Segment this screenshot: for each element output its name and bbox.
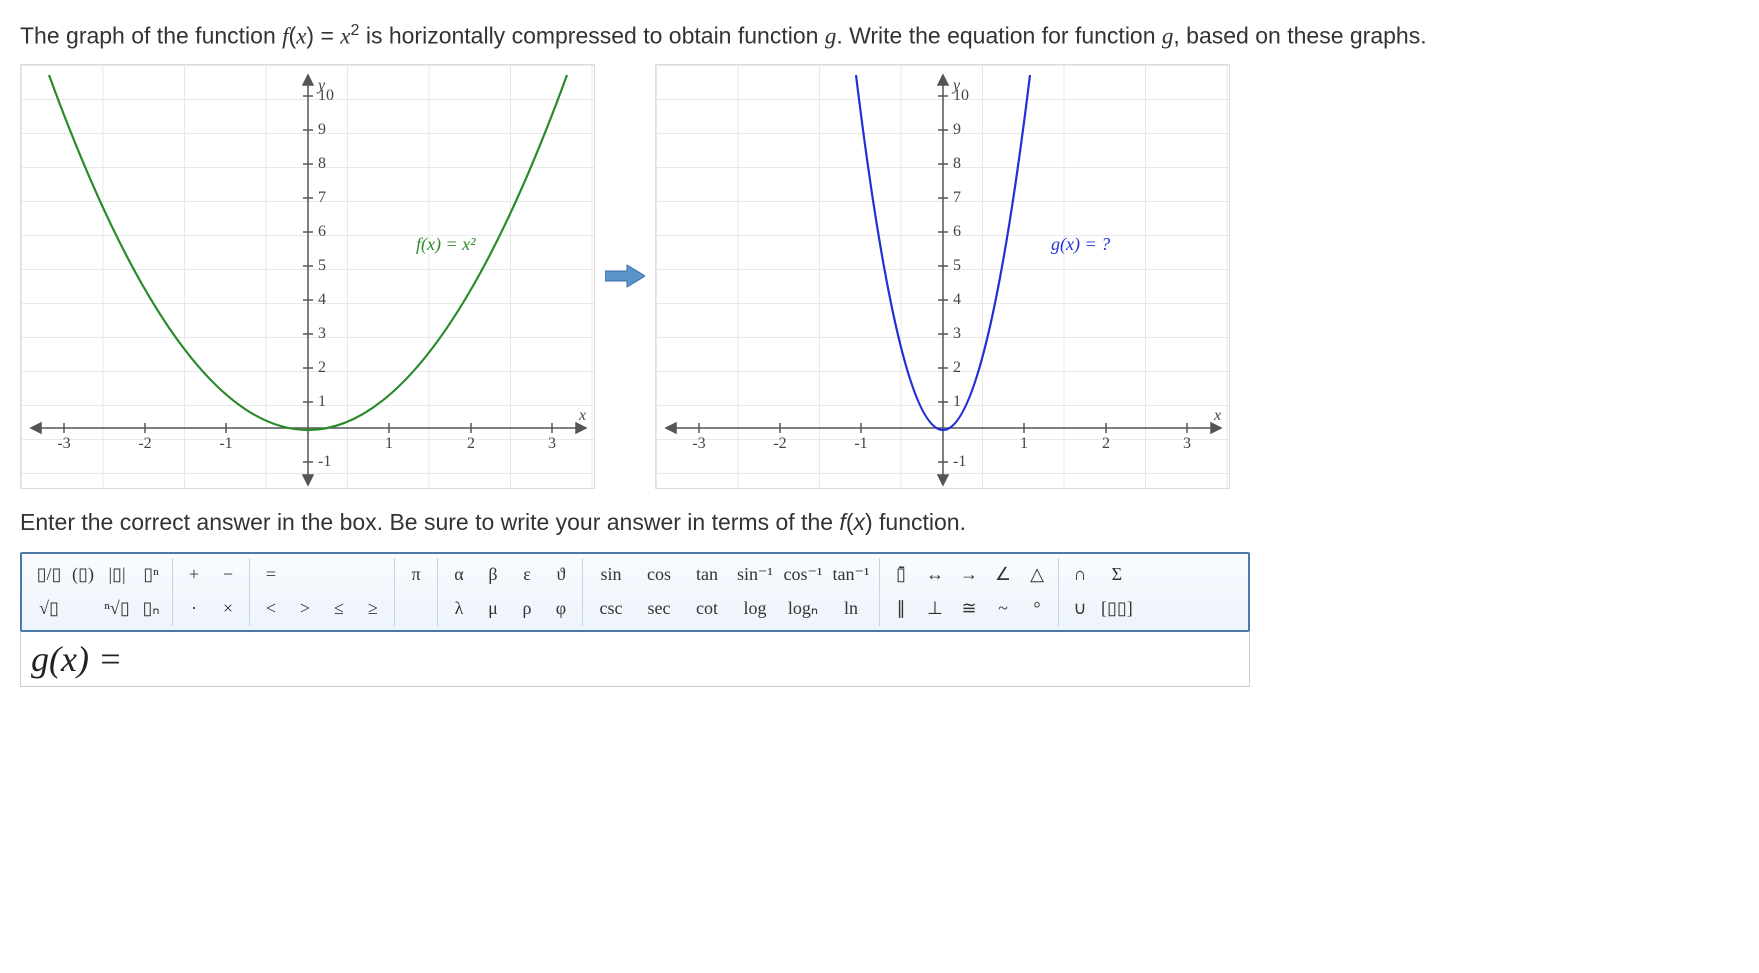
tb-cup[interactable]: ∪ (1063, 593, 1097, 625)
x-axis-label: x (1213, 407, 1221, 424)
graphs-container: y x -3-2-1 123 1098 765 432 1-1 (20, 64, 1739, 489)
tb-cot[interactable]: cot (683, 593, 731, 625)
tb-angle[interactable]: ∠ (986, 559, 1020, 591)
tb-log[interactable]: log (731, 593, 779, 625)
svg-text:-1: -1 (318, 453, 331, 470)
tb-sqrt[interactable]: √▯ (32, 593, 66, 625)
svg-text:5: 5 (318, 257, 326, 274)
svg-text:6: 6 (318, 223, 326, 240)
graph-f: y x -3-2-1 123 1098 765 432 1-1 (20, 64, 595, 489)
tb-theta[interactable]: ϑ (544, 559, 578, 591)
tb-rho[interactable]: ρ (510, 593, 544, 625)
svg-text:-1: -1 (854, 435, 867, 452)
svg-text:4: 4 (318, 291, 326, 308)
svg-text:7: 7 (953, 189, 961, 206)
svg-text:2: 2 (467, 435, 475, 452)
svg-text:-1: -1 (219, 435, 232, 452)
transform-arrow-icon (605, 261, 645, 291)
svg-text:3: 3 (318, 325, 326, 342)
graph-g: y x -3-2-1 123 1098 765 432 1-1 (655, 64, 1230, 489)
svg-text:6: 6 (953, 223, 961, 240)
tb-atan[interactable]: tan⁻¹ (827, 559, 875, 591)
tb-ge[interactable]: ≥ (356, 593, 390, 625)
question-text: The graph of the function f(x) = x2 is h… (20, 20, 1739, 52)
tb-parallel[interactable]: ∥ (884, 593, 918, 625)
tb-pi[interactable]: π (399, 559, 433, 591)
tb-cong[interactable]: ≅ (952, 593, 986, 625)
tb-gt[interactable]: > (288, 593, 322, 625)
svg-text:2: 2 (953, 359, 961, 376)
svg-text:3: 3 (953, 325, 961, 342)
svg-text:10: 10 (318, 87, 334, 104)
svg-text:1: 1 (318, 393, 326, 410)
svg-text:4: 4 (953, 291, 961, 308)
svg-text:8: 8 (953, 155, 961, 172)
svg-text:1: 1 (385, 435, 393, 452)
svg-text:2: 2 (318, 359, 326, 376)
tb-cap[interactable]: ∩ (1063, 559, 1097, 591)
tb-sin[interactable]: sin (587, 559, 635, 591)
tb-lambda[interactable]: λ (442, 593, 476, 625)
tb-perp[interactable]: ⊥ (918, 593, 952, 625)
tb-matrix[interactable]: [▯▯] (1097, 593, 1137, 625)
tb-degree[interactable]: ° (1020, 593, 1054, 625)
tb-le[interactable]: ≤ (322, 593, 356, 625)
svg-text:-3: -3 (57, 435, 70, 452)
tb-alpha[interactable]: α (442, 559, 476, 591)
function-label-g: g(x) = ? (1051, 234, 1110, 255)
tb-sim[interactable]: ~ (986, 593, 1020, 625)
tb-sum[interactable]: Σ (1097, 559, 1137, 591)
tb-fraction[interactable]: ▯/▯ (32, 559, 66, 591)
tb-rarrow[interactable]: → (952, 559, 986, 591)
tb-asin[interactable]: sin⁻¹ (731, 559, 779, 591)
tb-nroot[interactable]: ⁿ√▯ (100, 593, 134, 625)
tb-minus[interactable]: − (211, 559, 245, 591)
svg-text:9: 9 (318, 121, 326, 138)
svg-text:-2: -2 (773, 435, 786, 452)
tb-abs[interactable]: |▯| (100, 559, 134, 591)
svg-text:1: 1 (953, 393, 961, 410)
tb-lt[interactable]: < (254, 593, 288, 625)
x-axis-label: x (578, 407, 586, 424)
svg-text:3: 3 (548, 435, 556, 452)
tb-mu[interactable]: μ (476, 593, 510, 625)
tb-darrow[interactable]: ↔ (918, 559, 952, 591)
tb-phi[interactable]: φ (544, 593, 578, 625)
tb-bar[interactable]: ▯̄ (884, 559, 918, 591)
svg-text:1: 1 (1020, 435, 1028, 452)
instruction-text: Enter the correct answer in the box. Be … (20, 509, 1739, 536)
svg-text:-3: -3 (692, 435, 705, 452)
tb-paren[interactable]: (▯) (66, 559, 100, 591)
tb-acos[interactable]: cos⁻¹ (779, 559, 827, 591)
tb-triangle[interactable]: △ (1020, 559, 1054, 591)
tb-eps[interactable]: ε (510, 559, 544, 591)
tb-ln[interactable]: ln (827, 593, 875, 625)
tb-eq[interactable]: = (254, 559, 288, 591)
tb-plus[interactable]: + (177, 559, 211, 591)
function-label-f: f(x) = x² (416, 234, 476, 255)
tb-dot[interactable]: · (177, 593, 211, 625)
tb-times[interactable]: × (211, 593, 245, 625)
tb-sec[interactable]: sec (635, 593, 683, 625)
answer-input[interactable]: g(x) = (20, 632, 1250, 687)
tb-csc[interactable]: csc (587, 593, 635, 625)
tb-superscript[interactable]: ▯ⁿ (134, 559, 168, 591)
svg-text:-2: -2 (138, 435, 151, 452)
math-toolbar: ▯/▯ √▯ (▯) |▯| ⁿ√▯ ▯ⁿ ▯ₙ + · − × = < > ≤… (20, 552, 1250, 632)
svg-text:8: 8 (318, 155, 326, 172)
svg-text:-1: -1 (953, 453, 966, 470)
tb-beta[interactable]: β (476, 559, 510, 591)
tb-subscript[interactable]: ▯ₙ (134, 593, 168, 625)
svg-text:9: 9 (953, 121, 961, 138)
svg-text:5: 5 (953, 257, 961, 274)
svg-text:2: 2 (1102, 435, 1110, 452)
svg-text:10: 10 (953, 87, 969, 104)
tb-cos[interactable]: cos (635, 559, 683, 591)
svg-text:3: 3 (1183, 435, 1191, 452)
svg-text:7: 7 (318, 189, 326, 206)
tb-logn[interactable]: logₙ (779, 593, 827, 625)
tb-tan[interactable]: tan (683, 559, 731, 591)
